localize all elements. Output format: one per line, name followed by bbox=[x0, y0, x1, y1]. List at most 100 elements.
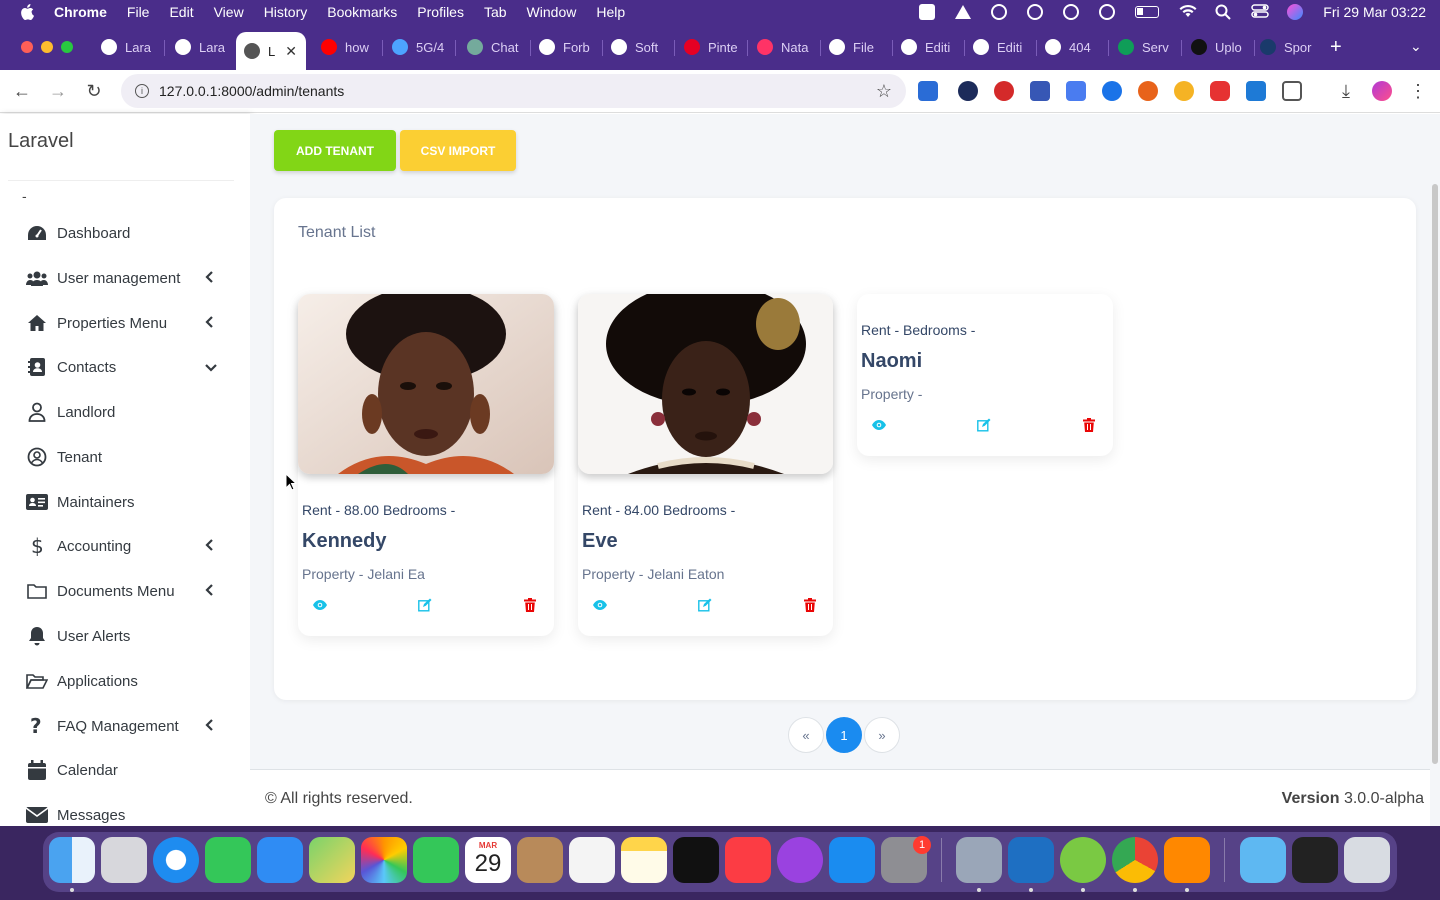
sidebar-item-user-alerts[interactable]: User Alerts bbox=[0, 616, 250, 656]
browser-tab[interactable]: 404 bbox=[1037, 32, 1107, 62]
window-minimize-button[interactable] bbox=[41, 41, 53, 53]
wordpress-status-icon[interactable] bbox=[1027, 4, 1044, 20]
photos-icon[interactable] bbox=[361, 837, 407, 883]
browser-tab[interactable]: Lara bbox=[167, 32, 233, 62]
back-arrow-icon[interactable]: ← bbox=[10, 79, 34, 103]
downloads-icon[interactable]: ⤓ bbox=[1334, 79, 1358, 103]
browser-tab[interactable]: Lara bbox=[93, 32, 163, 62]
account-status-icon[interactable] bbox=[1063, 4, 1080, 20]
sidebar-item-faq-management[interactable]: ? FAQ Management bbox=[0, 706, 250, 746]
tenant-name-eve[interactable]: Eve bbox=[582, 530, 618, 553]
wifi-icon[interactable] bbox=[1179, 4, 1197, 20]
view-eye-icon[interactable] bbox=[592, 598, 608, 612]
browser-tab[interactable]: Spor bbox=[1252, 32, 1322, 62]
menu-clock[interactable]: Fri 29 Mar 03:22 bbox=[1323, 4, 1426, 20]
trash-icon[interactable] bbox=[1344, 837, 1390, 883]
edit-icon[interactable] bbox=[417, 598, 433, 612]
menu-tab[interactable]: Tab bbox=[484, 4, 507, 20]
menu-window[interactable]: Window bbox=[527, 4, 577, 20]
reload-icon[interactable]: ↻ bbox=[82, 79, 106, 103]
apple-tv-icon[interactable] bbox=[673, 837, 719, 883]
browser-tab[interactable]: Uplo bbox=[1183, 32, 1253, 62]
sidebar-item-maintainers[interactable]: Maintainers bbox=[0, 482, 250, 522]
browser-tab[interactable]: Forb bbox=[531, 32, 601, 62]
new-tab-button[interactable]: + bbox=[1330, 36, 1342, 59]
menu-profiles[interactable]: Profiles bbox=[417, 4, 464, 20]
vscode-icon[interactable] bbox=[1008, 837, 1054, 883]
browser-tab[interactable]: Editi bbox=[965, 32, 1035, 62]
window-close-button[interactable] bbox=[21, 41, 33, 53]
control-center-icon[interactable] bbox=[1251, 4, 1270, 20]
reminders-icon[interactable] bbox=[569, 837, 615, 883]
sidebar-item-accounting[interactable]: $ Accounting bbox=[0, 526, 250, 566]
sidebar-item-user-management[interactable]: User management bbox=[0, 258, 250, 298]
menu-file[interactable]: File bbox=[127, 4, 150, 20]
calendar-app-icon[interactable]: MAR 29 bbox=[465, 837, 511, 883]
play-extension-icon[interactable] bbox=[1102, 81, 1122, 101]
browser-tab[interactable]: how bbox=[313, 32, 381, 62]
main-scrollbar[interactable] bbox=[1430, 114, 1440, 826]
podcasts-icon[interactable] bbox=[777, 837, 823, 883]
abp-extension-icon[interactable] bbox=[1210, 81, 1230, 101]
tenant-name-kennedy[interactable]: Kennedy bbox=[302, 530, 386, 553]
browser-tab[interactable]: File bbox=[821, 32, 891, 62]
utorrent-icon[interactable] bbox=[1060, 837, 1106, 883]
sidebar-item-contacts[interactable]: Contacts bbox=[0, 347, 250, 387]
sidebar-item-calendar[interactable]: Calendar bbox=[0, 750, 250, 790]
browser-tab[interactable]: Serv bbox=[1110, 32, 1180, 62]
chrome-icon[interactable] bbox=[1112, 837, 1158, 883]
notes-icon[interactable] bbox=[621, 837, 667, 883]
messages-icon[interactable] bbox=[205, 837, 251, 883]
mail-icon[interactable] bbox=[257, 837, 303, 883]
edit-icon[interactable] bbox=[697, 598, 713, 612]
copy-extension-icon[interactable] bbox=[918, 81, 938, 101]
fi-extension-icon[interactable] bbox=[1246, 81, 1266, 101]
tenant-name-naomi[interactable]: Naomi bbox=[861, 350, 922, 373]
spotlight-search-icon[interactable] bbox=[1215, 4, 1231, 20]
pagination-next-button[interactable]: » bbox=[864, 717, 900, 753]
main-scrollbar-thumb[interactable] bbox=[1432, 184, 1438, 764]
play-status-icon[interactable] bbox=[1099, 4, 1116, 20]
profile-avatar-icon[interactable] bbox=[1372, 81, 1392, 101]
screen-recording-icon[interactable] bbox=[1292, 837, 1338, 883]
puzzle-extensions-icon[interactable] bbox=[1282, 81, 1302, 101]
sidebar-item-messages[interactable]: Messages bbox=[0, 795, 250, 826]
pagination-prev-button[interactable]: « bbox=[788, 717, 824, 753]
siri-icon[interactable] bbox=[1287, 4, 1304, 20]
chrome-menu-icon[interactable]: ⋮ bbox=[1406, 79, 1430, 103]
menu-edit[interactable]: Edit bbox=[169, 4, 193, 20]
view-eye-icon[interactable] bbox=[871, 418, 887, 432]
pagination-page-1[interactable]: 1 bbox=[826, 717, 862, 753]
site-info-icon[interactable]: i bbox=[135, 84, 149, 98]
sidebar-item-properties-menu[interactable]: Properties Menu bbox=[0, 303, 250, 343]
delete-trash-icon[interactable] bbox=[1081, 418, 1097, 432]
music-icon[interactable] bbox=[725, 837, 771, 883]
sync-status-icon[interactable] bbox=[991, 4, 1008, 20]
folder-icon[interactable] bbox=[1240, 837, 1286, 883]
window-zoom-button[interactable] bbox=[61, 41, 73, 53]
menu-bookmarks[interactable]: Bookmarks bbox=[327, 4, 397, 20]
adblock-hand-extension-icon[interactable] bbox=[994, 81, 1014, 101]
sidebar-brand[interactable]: Laravel bbox=[8, 130, 74, 153]
battery-icon[interactable] bbox=[1135, 6, 1160, 18]
menu-help[interactable]: Help bbox=[596, 4, 625, 20]
bookmark-star-icon[interactable]: ☆ bbox=[876, 81, 892, 102]
delete-trash-icon[interactable] bbox=[522, 598, 538, 612]
app-store-icon[interactable] bbox=[829, 837, 875, 883]
browser-tab[interactable]: Chat bbox=[459, 32, 529, 62]
browser-tab[interactable]: 5G/4 bbox=[384, 32, 454, 62]
csv-import-button[interactable]: CSV IMPORT bbox=[400, 130, 516, 171]
edit-icon[interactable] bbox=[976, 418, 992, 432]
vlc-icon[interactable] bbox=[1164, 837, 1210, 883]
address-url[interactable]: 127.0.0.1:8000/admin/tenants bbox=[159, 83, 344, 99]
apple-menu-icon[interactable] bbox=[18, 3, 36, 21]
sidebar-item-dashboard[interactable]: Dashboard bbox=[0, 213, 250, 253]
sidebar-user-name[interactable]: - bbox=[22, 188, 27, 204]
tab-search-chevron-icon[interactable]: ⌄ bbox=[1410, 38, 1422, 55]
delete-trash-icon[interactable] bbox=[802, 598, 818, 612]
browser-tab[interactable]: Soft bbox=[603, 32, 673, 62]
flame-extension-icon[interactable] bbox=[1138, 81, 1158, 101]
record-status-icon[interactable] bbox=[919, 4, 936, 20]
browser-tab[interactable]: Pinte bbox=[676, 32, 746, 62]
forward-arrow-icon[interactable]: → bbox=[46, 79, 70, 103]
